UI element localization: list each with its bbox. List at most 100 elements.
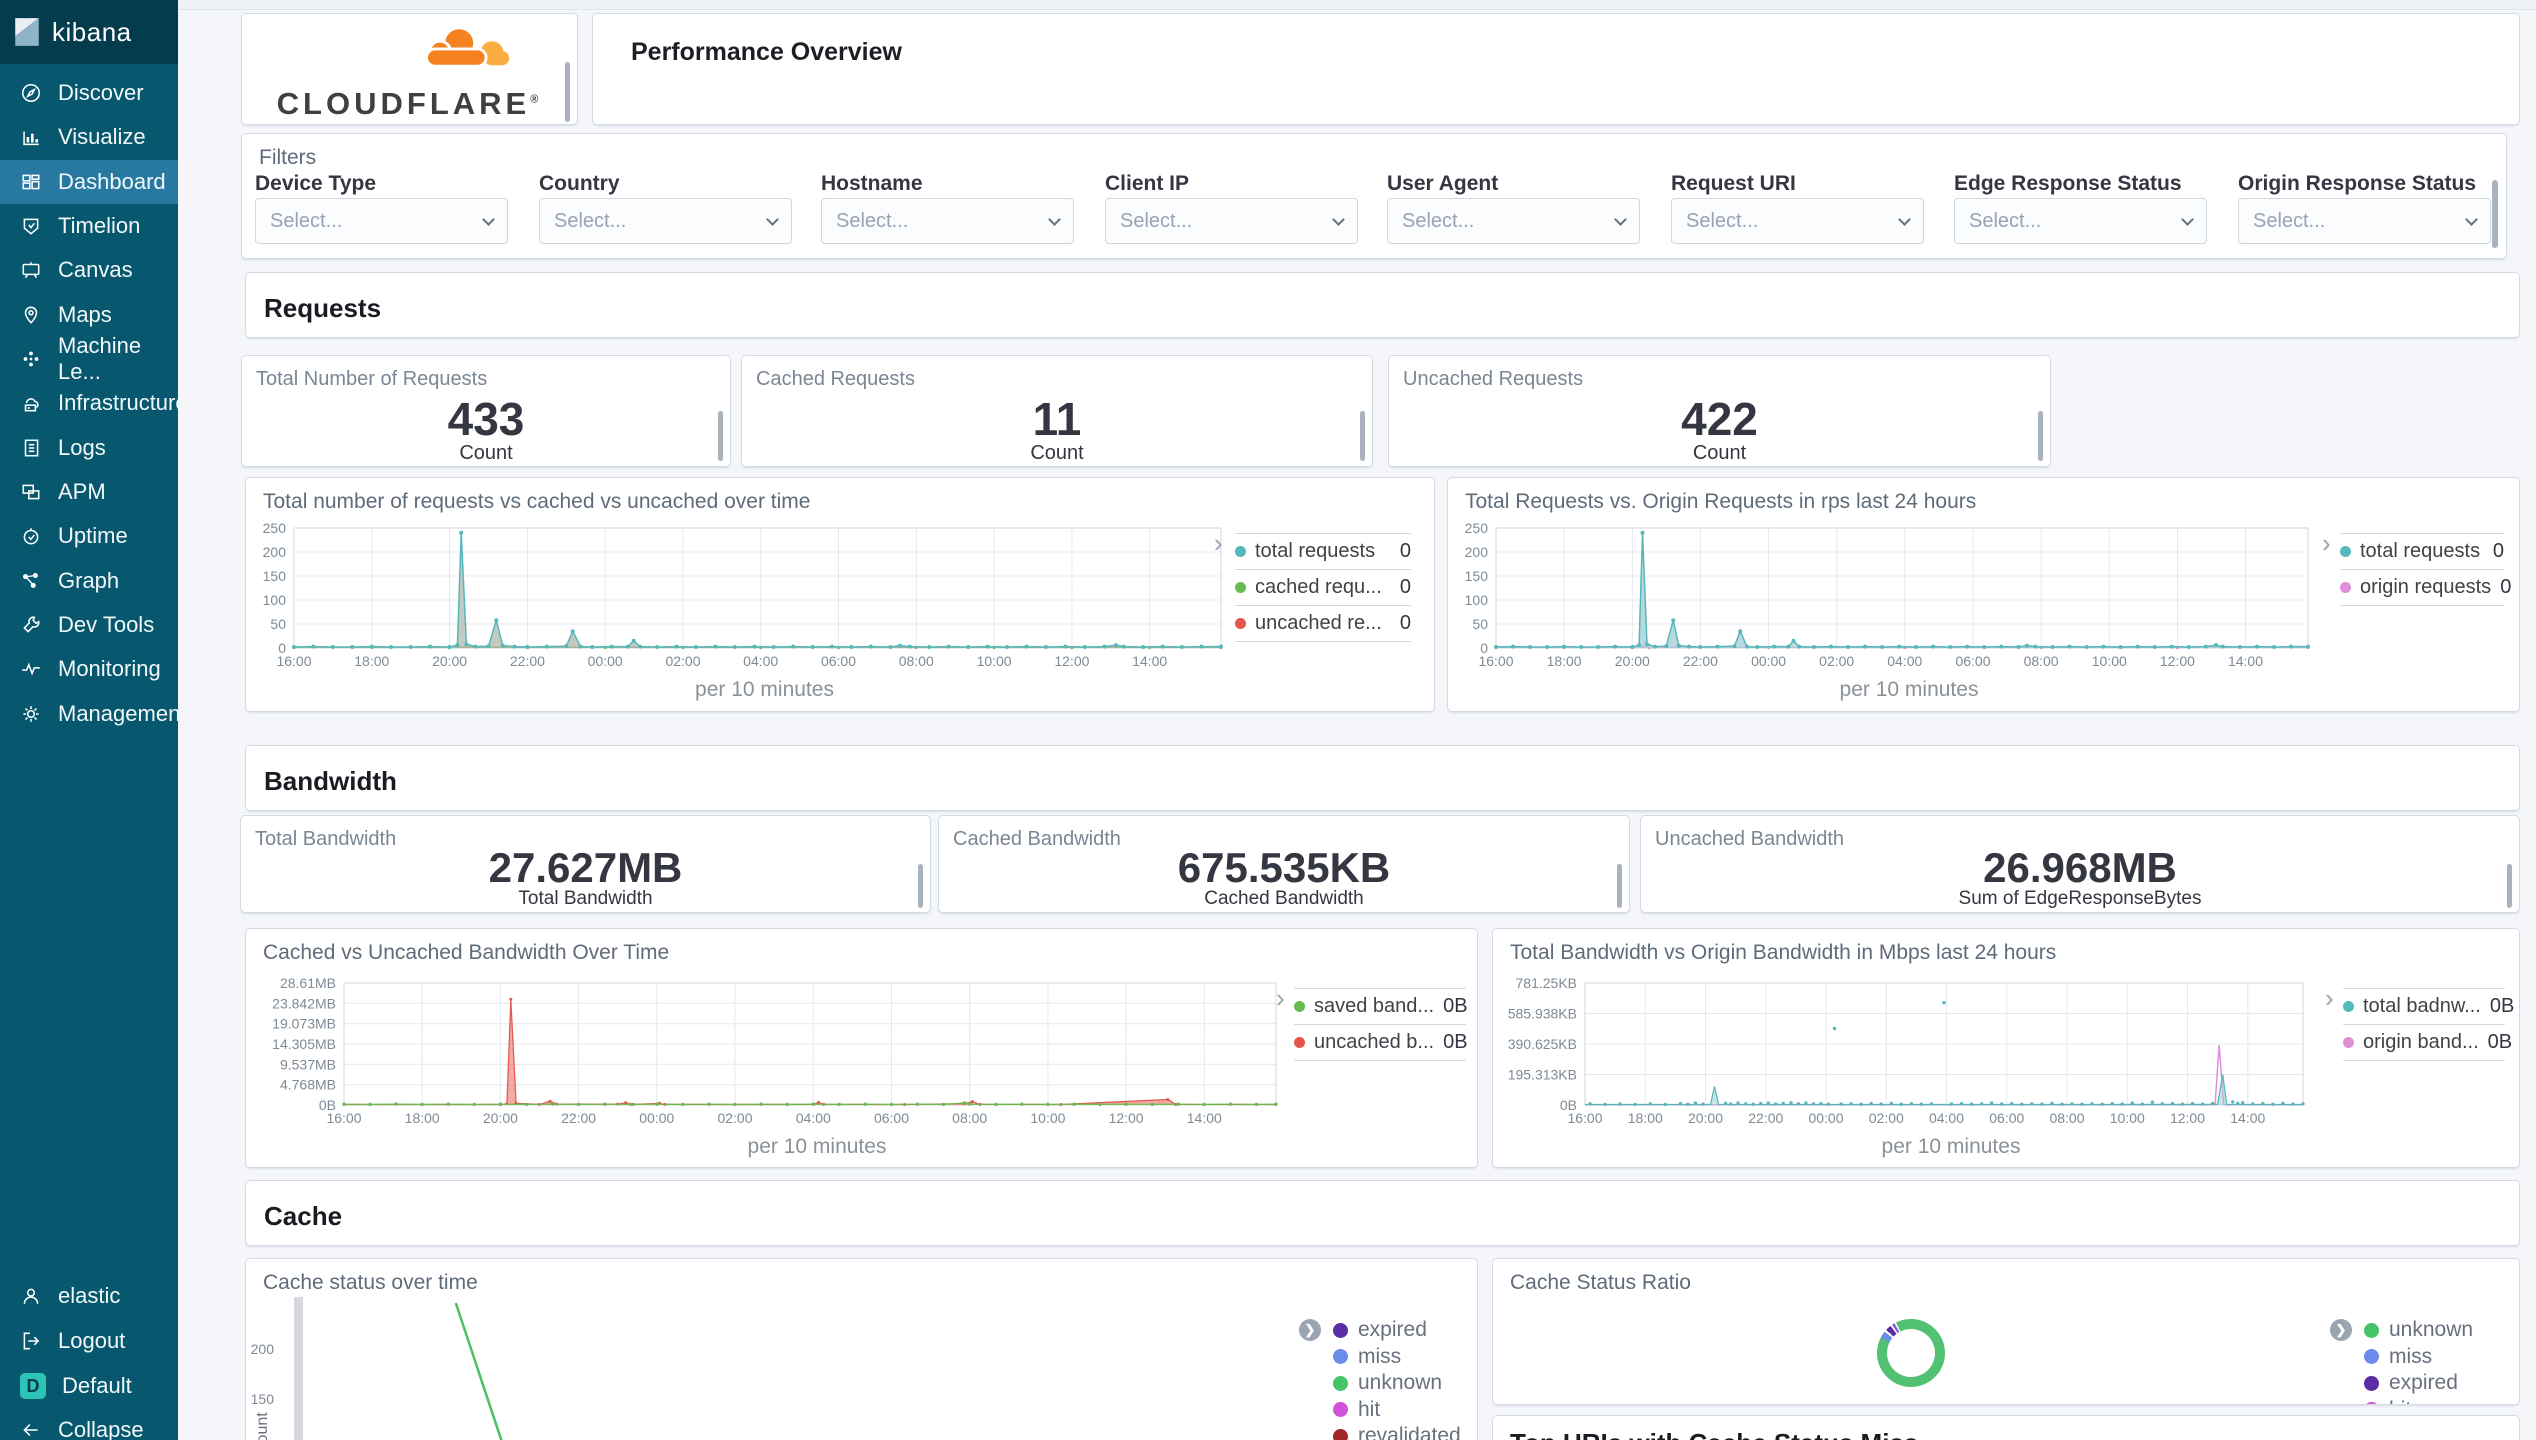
panel-scrollbar[interactable] [2038, 411, 2043, 461]
metric-title: Uncached Requests [1403, 368, 1584, 390]
sidebar-item-machine-learning[interactable]: Machine Le... [0, 333, 178, 384]
sidebar-item-dashboard[interactable]: Dashboard [0, 160, 178, 204]
svg-text:22:00: 22:00 [1748, 1110, 1783, 1126]
device-type-select[interactable]: Select... [255, 198, 508, 244]
cached-vs-uncached-bw-chart[interactable]: 0B4.768MB9.537MB14.305MB19.073MB23.842MB… [260, 977, 1290, 1129]
sidebar-item-canvas[interactable]: Canvas [0, 248, 178, 292]
page-title: Performance Overview [631, 38, 902, 66]
legend-item[interactable]: revalidated [1333, 1423, 1461, 1440]
legend-item[interactable]: uncached b... 0B [1294, 1025, 1468, 1061]
gear-icon [23, 706, 39, 722]
legend-item[interactable]: uncached re... 0 [1235, 606, 1411, 642]
sidebar-item-infrastructure[interactable]: Infrastructure [0, 381, 188, 425]
legend-collapse-icon[interactable]: ❯ [2330, 1319, 2352, 1341]
legend-collapse-icon[interactable]: › [2322, 530, 2331, 556]
svg-text:200: 200 [263, 544, 287, 560]
sidebar-item-label: Default [62, 1373, 132, 1398]
svg-text:02:00: 02:00 [717, 1110, 752, 1126]
chevron-down-icon [1898, 212, 1911, 226]
legend-item[interactable]: hit [2364, 1397, 2473, 1404]
x-axis-label: per 10 minutes [1839, 678, 1979, 701]
legend-item[interactable]: hit [1333, 1397, 1461, 1424]
sidebar-item-label: Dev Tools [58, 612, 155, 637]
metric-title: Total Number of Requests [256, 368, 488, 390]
sidebar-item-management[interactable]: Management [0, 692, 186, 736]
svg-text:9.537MB: 9.537MB [280, 1056, 336, 1072]
user-agent-select[interactable]: Select... [1387, 198, 1640, 244]
legend-item[interactable]: expired [2364, 1370, 2473, 1397]
select-placeholder: Select... [1686, 209, 1759, 232]
legend-collapse-icon[interactable]: › [1276, 985, 1285, 1011]
country-select[interactable]: Select... [539, 198, 792, 244]
svg-text:50: 50 [270, 616, 286, 632]
hostname-select[interactable]: Select... [821, 198, 1074, 244]
edge-response-status-select[interactable]: Select... [1954, 198, 2207, 244]
panel-scrollbar[interactable] [1360, 411, 1365, 461]
legend-item[interactable]: cached requ... 0 [1235, 570, 1411, 606]
cloudflare-logo-panel: CLOUDFLARE® [241, 13, 578, 125]
legend-item[interactable]: saved band... 0B [1294, 989, 1468, 1025]
sidebar-item-monitoring[interactable]: Monitoring [0, 647, 178, 691]
sidebar-item-default-space[interactable]: D Default [0, 1364, 178, 1408]
legend-item[interactable]: miss [1333, 1344, 1461, 1371]
panel-scrollbar[interactable] [2492, 180, 2498, 248]
sidebar-item-maps[interactable]: Maps [0, 293, 178, 337]
panel-scrollbar[interactable] [565, 62, 570, 122]
metric-sub: Cached Bandwidth [1204, 888, 1364, 909]
cache-ratio-donut[interactable] [1877, 1319, 1945, 1387]
legend-item[interactable]: unknown [1333, 1370, 1461, 1397]
svg-text:200: 200 [1465, 544, 1489, 560]
panel-scrollbar[interactable] [2507, 864, 2512, 908]
legend-collapse-icon[interactable]: ❯ [1299, 1319, 1321, 1341]
requests-section-panel: Requests [245, 272, 2520, 338]
legend-dot [1333, 1428, 1348, 1440]
filter-user-agent: User Agent Select... [1387, 172, 1640, 244]
svg-text:23.842MB: 23.842MB [272, 995, 336, 1011]
compass-icon [21, 83, 41, 103]
sidebar-item-discover[interactable]: Discover [0, 71, 178, 115]
legend-item[interactable]: total requests 0 [1235, 534, 1411, 570]
sidebar-item-collapse[interactable]: Collapse [0, 1408, 178, 1440]
legend-item[interactable]: expired [1333, 1317, 1461, 1344]
origin-response-status-select[interactable]: Select... [2238, 198, 2491, 244]
legend-dot [1294, 1001, 1305, 1012]
requests-over-time-chart[interactable]: 05010015020025016:00 18:00 20:00 22:00 00:00… [260, 522, 1235, 672]
legend-item[interactable]: miss [2364, 1344, 2473, 1371]
chart-title: Total Bandwidth vs Origin Bandwidth in M… [1510, 941, 2057, 964]
sidebar-item-visualize[interactable]: Visualize [0, 115, 178, 159]
legend-item[interactable]: total requests 0 [2340, 534, 2504, 570]
chart-cache-status-ratio-panel: Cache Status Ratio ❯ unknown miss expire… [1492, 1258, 2520, 1405]
svg-text:12:00: 12:00 [1054, 653, 1089, 669]
sidebar-item-graph[interactable]: Graph [0, 559, 178, 603]
total-vs-origin-requests-chart[interactable]: 05010015020025016:00 18:00 20:00 22:00 00:00… [1462, 522, 2322, 672]
panel-scrollbar[interactable] [718, 411, 723, 461]
legend-item[interactable]: unknown [2364, 1317, 2473, 1344]
sidebar-item-apm[interactable]: APM [0, 470, 178, 514]
kibana-logo-block[interactable]: kibana [0, 0, 178, 64]
sidebar-item-logout[interactable]: Logout [0, 1319, 178, 1363]
sidebar-item-logs[interactable]: Logs [0, 426, 178, 470]
client-ip-select[interactable]: Select... [1105, 198, 1358, 244]
legend-collapse-icon[interactable]: › [1214, 530, 1223, 556]
legend-collapse-icon[interactable]: › [2325, 985, 2334, 1011]
sidebar-item-label: Discover [58, 80, 144, 105]
svg-text:20:00: 20:00 [483, 1110, 518, 1126]
metric-cached-requests: Cached Requests 11 Count [741, 355, 1373, 467]
legend-item[interactable]: total badnw... 0B [2343, 989, 2514, 1025]
sidebar-item-timelion[interactable]: Timelion [0, 204, 178, 248]
cache-status-over-time-chart[interactable]: 200 150 [246, 1289, 1461, 1440]
graph-nodes-icon [22, 572, 38, 588]
panel-scrollbar[interactable] [1617, 864, 1622, 908]
sidebar-item-label: Management [58, 701, 187, 726]
request-uri-select[interactable]: Select... [1671, 198, 1924, 244]
sidebar-item-uptime[interactable]: Uptime [0, 514, 178, 558]
legend-item[interactable]: origin band... 0B [2343, 1025, 2512, 1061]
sidebar-item-dev-tools[interactable]: Dev Tools [0, 603, 178, 647]
total-vs-origin-bw-chart[interactable]: 0B195.313KB390.625KB585.938KB781.25KB16:… [1507, 977, 2317, 1129]
svg-text:02:00: 02:00 [1869, 1110, 1904, 1126]
select-placeholder: Select... [1969, 209, 2042, 232]
sidebar-item-user-elastic[interactable]: elastic [0, 1274, 178, 1318]
panel-scrollbar[interactable] [918, 864, 923, 908]
legend-item[interactable]: origin requests 0 [2340, 570, 2511, 606]
dashboard-title-panel: Performance Overview [592, 13, 2520, 125]
